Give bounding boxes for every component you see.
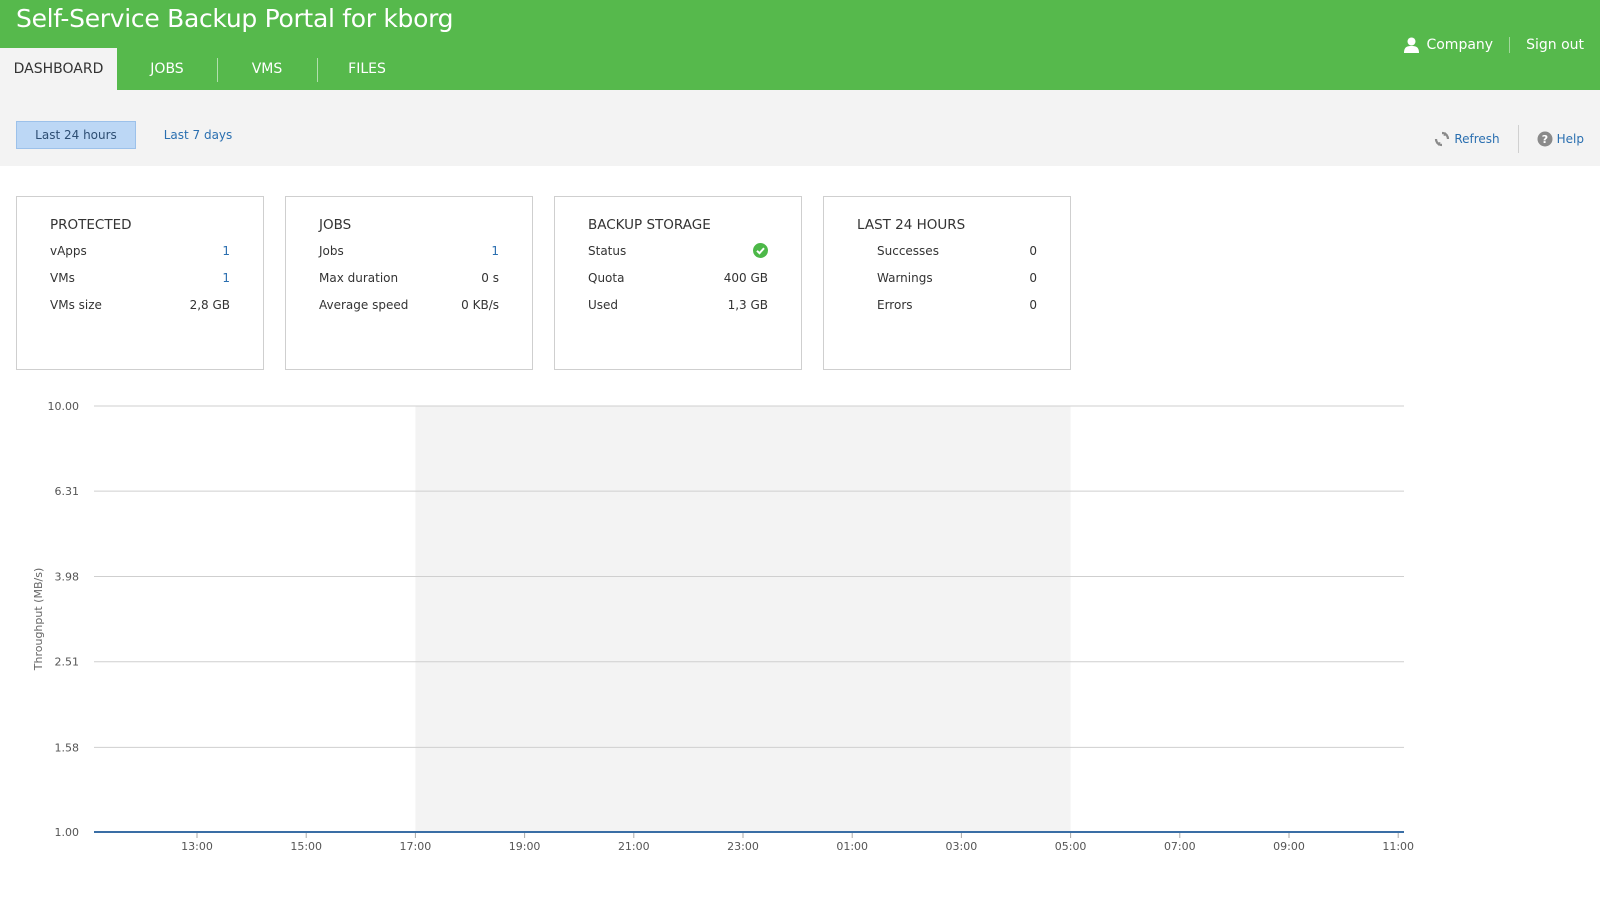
x-tick-label: 23:00 <box>727 840 759 853</box>
y-axis-label: Throughput (MB/s) <box>32 568 45 671</box>
last-24-hours-card: LAST 24 HOURS Successes 0 Warnings 0 Err… <box>823 196 1071 370</box>
refresh-button[interactable]: Refresh <box>1434 131 1500 147</box>
row-label: Successes <box>877 244 939 258</box>
refresh-icon <box>1435 131 1450 147</box>
row-label: Used <box>588 298 619 312</box>
row-value: 0 s <box>481 271 499 285</box>
header-user-area: Company Sign out <box>1404 34 1584 56</box>
jobs-card: JOBS Jobs 1 Max duration 0 s Average spe… <box>285 196 533 370</box>
app-title: Self-Service Backup Portal for kborg <box>16 4 454 33</box>
tab-jobs[interactable]: JOBS <box>117 48 217 90</box>
row-value: 0 <box>1029 298 1037 312</box>
row-label: Status <box>588 244 627 258</box>
backup-storage-card: BACKUP STORAGE Status Quota 400 GB Used … <box>554 196 802 370</box>
range-last-24-hours-button[interactable]: Last 24 hours <box>16 121 136 149</box>
x-tick-label: 13:00 <box>181 840 213 853</box>
card-row: Used 1,3 GB <box>588 298 768 316</box>
card-row: Status <box>588 243 768 262</box>
tab-dashboard[interactable]: DASHBOARD <box>0 48 117 90</box>
check-circle-icon <box>753 243 768 258</box>
card-row: Average speed 0 KB/s <box>319 298 499 316</box>
row-label: Quota <box>588 271 625 285</box>
row-value: 0 <box>1029 271 1037 285</box>
row-value: 0 <box>1029 244 1037 258</box>
card-title: LAST 24 HOURS <box>857 217 966 233</box>
svg-text:?: ? <box>1541 133 1547 146</box>
card-title: BACKUP STORAGE <box>588 217 711 233</box>
x-tick-label: 01:00 <box>836 840 868 853</box>
company-user-menu[interactable]: Company <box>1404 37 1511 53</box>
throughput-chart: 10.00 6.31 3.98 2.51 1.58 1.00 Throughput (MB/… <box>0 385 1600 865</box>
card-row: vApps 1 <box>50 244 230 262</box>
help-icon: ? <box>1537 131 1553 147</box>
y-tick-label: 1.00 <box>55 826 80 839</box>
card-row: Errors 0 <box>857 298 1037 316</box>
y-tick-label: 2.51 <box>55 656 80 669</box>
x-tick-label: 15:00 <box>290 840 322 853</box>
row-value: 400 GB <box>723 271 768 285</box>
toolbar-divider <box>1517 125 1519 153</box>
app-header: Self-Service Backup Portal for kborg Com… <box>0 0 1600 90</box>
x-tick-label: 07:00 <box>1164 840 1196 853</box>
tab-vms[interactable]: VMS <box>217 48 317 90</box>
card-row: Jobs 1 <box>319 244 499 262</box>
row-label: Warnings <box>877 271 933 285</box>
range-last-7-days-button[interactable]: Last 7 days <box>158 121 238 149</box>
row-value: 1,3 GB <box>727 298 768 312</box>
card-row: Successes 0 <box>857 244 1037 262</box>
jobs-count-link[interactable]: 1 <box>491 244 499 258</box>
protected-card: PROTECTED vApps 1 VMs 1 VMs size 2,8 GB <box>16 196 264 370</box>
card-title: PROTECTED <box>50 217 132 233</box>
user-icon <box>1404 37 1420 53</box>
y-tick-label: 1.58 <box>55 741 80 754</box>
row-label: Max duration <box>319 271 399 285</box>
card-row: VMs size 2,8 GB <box>50 298 230 316</box>
y-tick-label: 6.31 <box>55 485 80 498</box>
row-value: 0 KB/s <box>461 298 499 312</box>
night-shaded-band <box>415 406 1071 832</box>
toolbar-actions: Refresh ? Help <box>1434 125 1584 153</box>
y-tick-label: 3.98 <box>55 570 80 583</box>
card-row: VMs 1 <box>50 271 230 289</box>
vapps-count-link[interactable]: 1 <box>222 244 230 258</box>
row-label: vApps <box>50 244 87 258</box>
card-row: Warnings 0 <box>857 271 1037 289</box>
y-tick-label: 10.00 <box>48 400 80 413</box>
main-tabs: DASHBOARD JOBS VMS FILES <box>0 48 417 90</box>
row-label: Average speed <box>319 298 409 312</box>
x-tick-label: 17:00 <box>400 840 432 853</box>
help-label: Help <box>1556 132 1584 146</box>
throughput-chart-svg: 10.00 6.31 3.98 2.51 1.58 1.00 Throughput (MB/… <box>32 400 1414 853</box>
x-tick-label: 21:00 <box>618 840 650 853</box>
status-ok-indicator <box>753 243 768 261</box>
sign-out-link[interactable]: Sign out <box>1510 37 1584 53</box>
x-tick-label: 05:00 <box>1055 840 1087 853</box>
vms-count-link[interactable]: 1 <box>222 271 230 285</box>
card-row: Quota 400 GB <box>588 271 768 289</box>
range-toolbar: Last 24 hours Last 7 days Refresh ? Help <box>0 90 1600 166</box>
x-tick-label: 03:00 <box>946 840 978 853</box>
help-button[interactable]: ? Help <box>1537 131 1584 147</box>
row-label: VMs size <box>50 298 102 312</box>
x-tick-label: 09:00 <box>1273 840 1305 853</box>
card-row: Max duration 0 s <box>319 271 499 289</box>
row-label: Errors <box>877 298 913 312</box>
tab-files[interactable]: FILES <box>317 48 417 90</box>
x-tick-label: 11:00 <box>1382 840 1414 853</box>
refresh-label: Refresh <box>1454 132 1500 146</box>
company-label: Company <box>1426 37 1494 53</box>
card-title: JOBS <box>319 217 352 233</box>
x-tick-label: 19:00 <box>509 840 541 853</box>
row-label: Jobs <box>319 244 344 258</box>
row-label: VMs <box>50 271 75 285</box>
row-value: 2,8 GB <box>189 298 230 312</box>
